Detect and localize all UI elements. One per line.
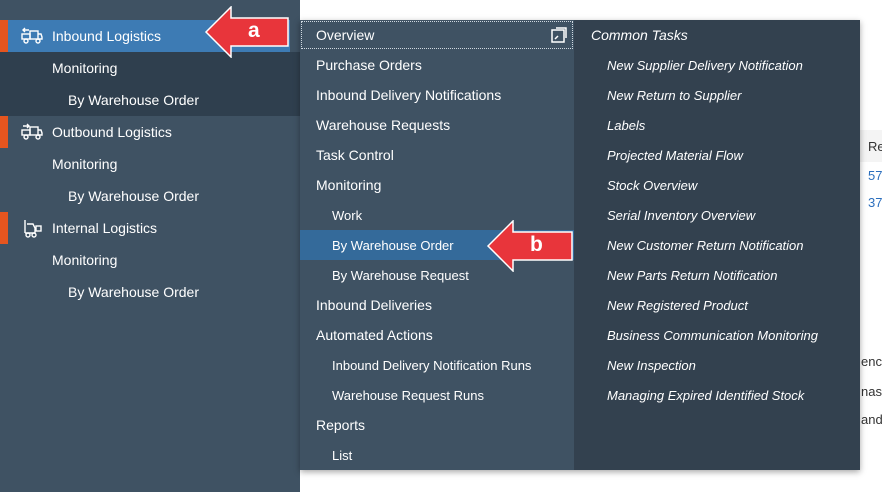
callout-label-a: a bbox=[248, 19, 260, 42]
sidebar-item-label: Internal Logistics bbox=[52, 220, 158, 236]
menu-item-warehouse-requests[interactable]: Warehouse Requests bbox=[300, 110, 574, 140]
menu-item-task-control[interactable]: Task Control bbox=[300, 140, 574, 170]
truck-outbound-icon bbox=[21, 122, 43, 142]
task-label: New Customer Return Notification bbox=[607, 238, 804, 253]
sidebar-item-monitoring[interactable]: Monitoring bbox=[0, 148, 300, 180]
menu-item-label: Inbound Delivery Notification Runs bbox=[332, 358, 532, 373]
truck-inbound-icon bbox=[21, 26, 43, 46]
sidebar-navigation: Inbound Logistics Monitoring By Warehous… bbox=[0, 0, 300, 492]
open-new-window-icon[interactable] bbox=[550, 26, 568, 44]
sidebar-item-by-warehouse-order[interactable]: By Warehouse Order bbox=[0, 180, 300, 212]
forklift-icon bbox=[21, 218, 43, 238]
table-column-header: Re bbox=[868, 139, 882, 154]
sidebar-item-label: By Warehouse Order bbox=[68, 284, 199, 300]
menu-item-label: Reports bbox=[316, 417, 366, 433]
sidebar-accent-bar bbox=[0, 116, 8, 148]
menu-item-label: Inbound Deliveries bbox=[316, 297, 432, 313]
sidebar-accent-bar bbox=[0, 212, 8, 244]
sidebar-accent-bar bbox=[0, 20, 8, 52]
task-label: New Registered Product bbox=[607, 298, 748, 313]
sidebar-item-monitoring[interactable]: Monitoring bbox=[0, 244, 300, 276]
menu-item-label: Task Control bbox=[316, 147, 394, 163]
callout-label-b: b bbox=[530, 233, 543, 256]
task-label: Labels bbox=[607, 118, 646, 133]
inbound-logistics-menu: Overview Purchase Orders Inbound Deliver… bbox=[300, 20, 860, 470]
background-text-1: enc bbox=[861, 354, 882, 369]
callout-arrow-b: b bbox=[486, 219, 574, 273]
task-label: Serial Inventory Overview bbox=[607, 208, 756, 223]
sidebar-item-label: Inbound Logistics bbox=[52, 28, 161, 44]
menu-item-label: Inbound Delivery Notifications bbox=[316, 87, 502, 103]
menu-item-label: List bbox=[332, 448, 353, 463]
menu-item-monitoring[interactable]: Monitoring bbox=[300, 170, 574, 200]
menu-item-reports[interactable]: Reports bbox=[300, 410, 574, 440]
menu-item-inbound-delivery-notifications[interactable]: Inbound Delivery Notifications bbox=[300, 80, 574, 110]
sidebar-item-label: By Warehouse Order bbox=[68, 92, 199, 108]
sidebar-item-outbound-logistics[interactable]: Outbound Logistics bbox=[0, 116, 300, 148]
menu-item-label: Automated Actions bbox=[316, 327, 433, 343]
callout-arrow-a: a bbox=[204, 5, 290, 59]
sidebar-item-label: Monitoring bbox=[52, 60, 118, 76]
menu-item-automated-actions[interactable]: Automated Actions bbox=[300, 320, 574, 350]
task-label: New Return to Supplier bbox=[607, 88, 742, 103]
table-link-1[interactable]: 57 bbox=[868, 168, 882, 183]
sidebar-item-label: Outbound Logistics bbox=[52, 124, 172, 140]
sidebar-item-by-warehouse-order[interactable]: By Warehouse Order bbox=[0, 84, 300, 116]
menu-item-list[interactable]: List bbox=[300, 440, 574, 470]
task-label: New Parts Return Notification bbox=[607, 268, 778, 283]
menu-item-overview[interactable]: Overview bbox=[300, 20, 574, 50]
menu-item-label: Warehouse Request Runs bbox=[332, 388, 484, 403]
sidebar-item-label: Monitoring bbox=[52, 252, 118, 268]
task-label: New Inspection bbox=[607, 358, 696, 373]
menu-item-inbound-delivery-notification-runs[interactable]: Inbound Delivery Notification Runs bbox=[300, 350, 574, 380]
sidebar-item-by-warehouse-order[interactable]: By Warehouse Order bbox=[0, 276, 300, 308]
sidebar-item-internal-logistics[interactable]: Internal Logistics bbox=[0, 212, 300, 244]
menu-item-label: Work bbox=[332, 208, 363, 223]
task-label: Stock Overview bbox=[607, 178, 698, 193]
menu-item-warehouse-request-runs[interactable]: Warehouse Request Runs bbox=[300, 380, 574, 410]
background-text-2: nase bbox=[861, 384, 882, 399]
task-label: Projected Material Flow bbox=[607, 148, 743, 163]
menu-item-label: Overview bbox=[316, 27, 375, 43]
menu-item-purchase-orders[interactable]: Purchase Orders bbox=[300, 50, 574, 80]
background-text-3: and bbox=[861, 412, 882, 427]
sidebar-item-label: By Warehouse Order bbox=[68, 188, 199, 204]
task-label: Managing Expired Identified Stock bbox=[607, 388, 805, 403]
menu-item-label: Purchase Orders bbox=[316, 57, 422, 73]
menu-item-inbound-deliveries[interactable]: Inbound Deliveries bbox=[300, 290, 574, 320]
menu-item-label: By Warehouse Request bbox=[332, 268, 469, 283]
menu-item-label: Warehouse Requests bbox=[316, 117, 451, 133]
task-label: Business Communication Monitoring bbox=[607, 328, 818, 343]
table-link-2[interactable]: 37 bbox=[868, 195, 882, 210]
common-tasks-heading-text: Common Tasks bbox=[591, 27, 688, 43]
task-label: New Supplier Delivery Notification bbox=[607, 58, 803, 73]
menu-item-label: By Warehouse Order bbox=[332, 238, 454, 253]
sidebar-item-label: Monitoring bbox=[52, 156, 118, 172]
menu-item-label: Monitoring bbox=[316, 177, 382, 193]
